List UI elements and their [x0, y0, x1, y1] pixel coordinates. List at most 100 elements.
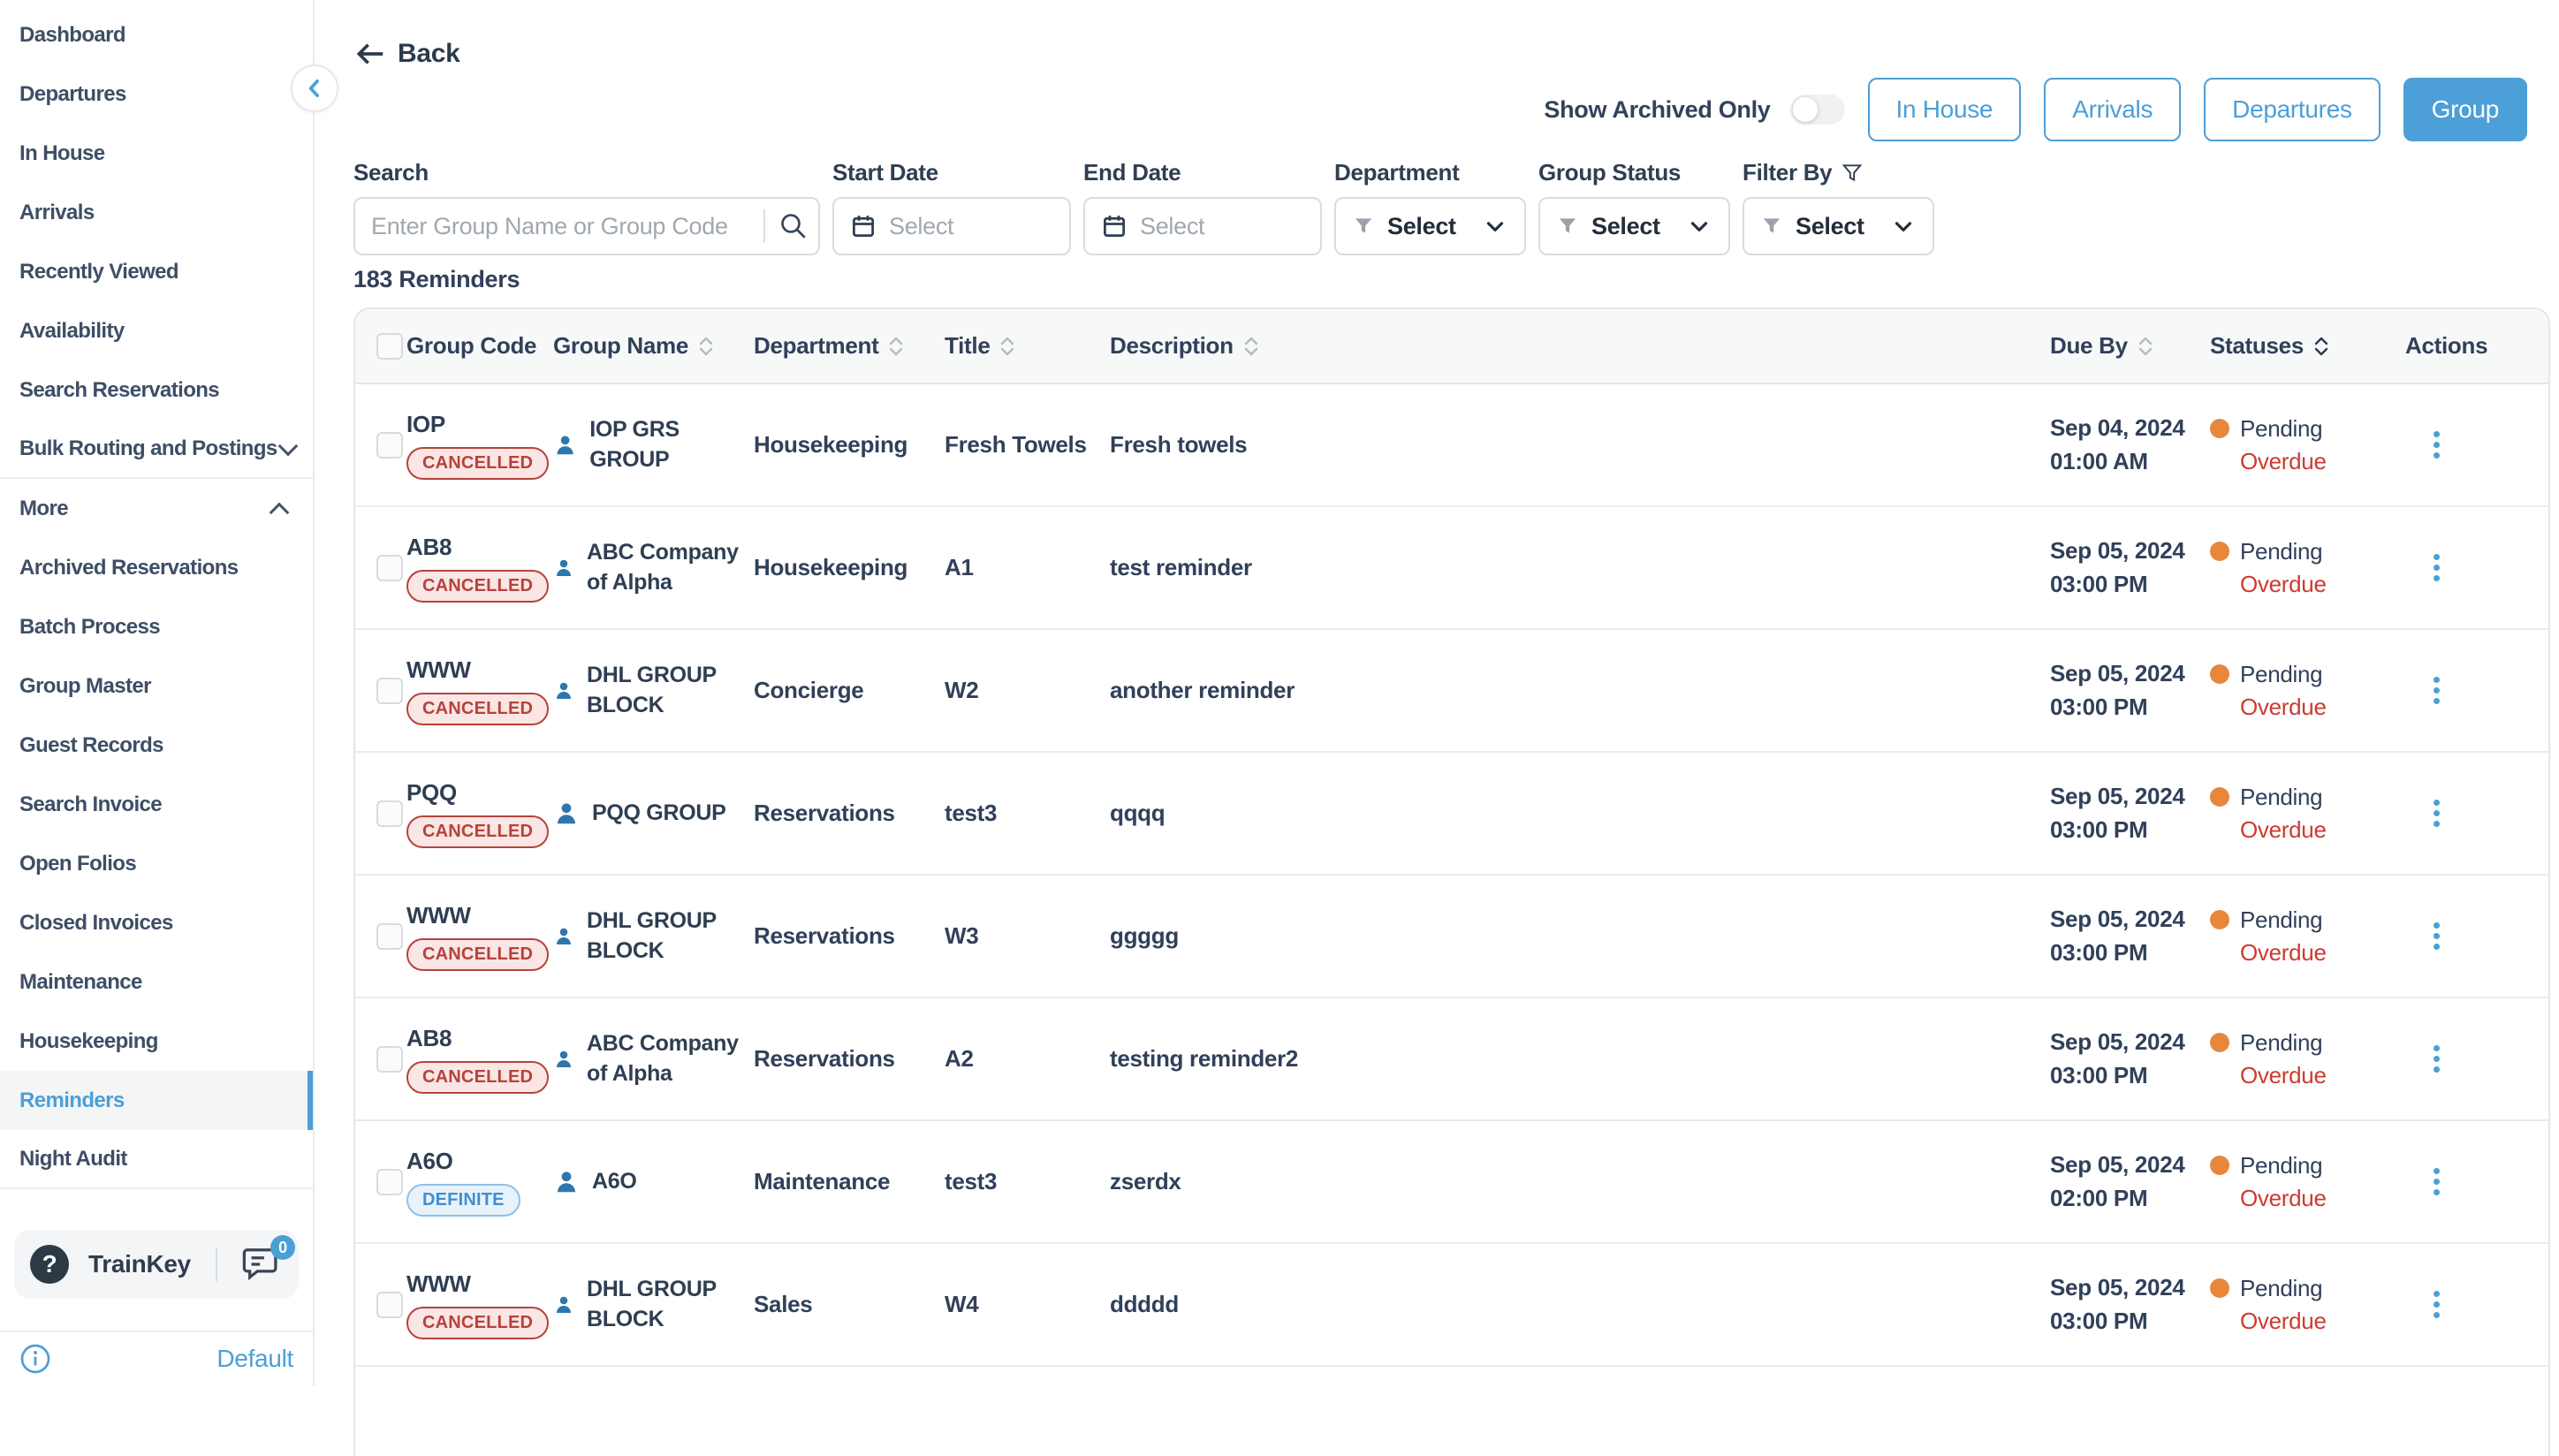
sidebar-item[interactable]: Closed Invoices [0, 893, 313, 952]
sidebar-item-label: More [19, 497, 68, 521]
sidebar-item[interactable]: Batch Process [0, 597, 313, 656]
group-name-cell[interactable]: DHL GROUP BLOCK [553, 906, 754, 967]
sort-icon[interactable] [999, 334, 1016, 359]
group-status-value: Select [1591, 213, 1660, 240]
tab[interactable]: Arrivals [2044, 78, 2181, 141]
row-checkbox[interactable] [376, 923, 403, 950]
due-time: 02:00 PM [2050, 1182, 2210, 1216]
column-header[interactable]: Group Code [406, 332, 553, 360]
row-checkbox[interactable] [376, 1046, 403, 1073]
column-header[interactable]: Group Name [553, 332, 754, 360]
funnel-outline-icon [1841, 162, 1864, 185]
tab[interactable]: In House [1868, 78, 2022, 141]
tab[interactable]: Departures [2204, 78, 2381, 141]
group-name-cell[interactable]: ABC Company of Alpha [553, 1029, 754, 1089]
sidebar-item[interactable]: Maintenance [0, 952, 313, 1012]
sidebar-item[interactable]: Archived Reservations [0, 538, 313, 597]
sidebar-item[interactable]: In House [0, 124, 313, 183]
group-name-cell[interactable]: DHL GROUP BLOCK [553, 1275, 754, 1335]
kebab-menu-icon[interactable] [2428, 671, 2445, 709]
filter-by-select[interactable]: Select [1743, 197, 1934, 255]
column-header[interactable]: Department [754, 332, 945, 360]
group-name-cell[interactable]: IOP GRS GROUP [553, 415, 754, 475]
sidebar-item-label: Departures [19, 82, 126, 107]
kebab-menu-icon[interactable] [2428, 1163, 2445, 1201]
kebab-menu-icon[interactable] [2428, 1040, 2445, 1078]
sidebar-collapse-button[interactable] [291, 64, 338, 112]
group-code: AB8 [406, 1025, 553, 1052]
description-cell: ddddd [1110, 1291, 2050, 1318]
title-cell: test3 [945, 1168, 1110, 1195]
trainkey-label: TrainKey [88, 1250, 191, 1278]
sidebar-item[interactable]: Night Audit [0, 1130, 313, 1189]
sort-icon[interactable] [2137, 334, 2154, 359]
kebab-menu-icon[interactable] [2428, 426, 2445, 464]
kebab-menu-icon[interactable] [2428, 794, 2445, 832]
group-name-cell[interactable]: ABC Company of Alpha [553, 538, 754, 598]
sidebar-item[interactable]: Housekeeping [0, 1012, 313, 1071]
description-cell: test reminder [1110, 554, 2050, 581]
sidebar-item[interactable]: Departures [0, 64, 313, 124]
sidebar-item[interactable]: Arrivals [0, 183, 313, 242]
department-select[interactable]: Select [1334, 197, 1526, 255]
department-cell: Reservations [754, 800, 945, 827]
row-checkbox[interactable] [376, 678, 403, 704]
back-button[interactable]: Back [353, 39, 460, 69]
column-header[interactable]: Title [945, 332, 1110, 360]
select-all-checkbox[interactable] [376, 333, 403, 360]
kebab-menu-icon[interactable] [2428, 1285, 2445, 1323]
kebab-menu-icon[interactable] [2428, 917, 2445, 955]
description-cell: testing reminder2 [1110, 1045, 2050, 1073]
row-checkbox[interactable] [376, 432, 403, 459]
sort-icon[interactable] [2312, 334, 2330, 359]
sort-icon[interactable] [1242, 334, 1260, 359]
column-header[interactable]: Due By [2050, 332, 2210, 360]
column-header[interactable]: Statuses [2210, 332, 2405, 360]
filter-by-filter: Filter By Select [1743, 159, 1934, 255]
sidebar-item[interactable]: Reminders [0, 1071, 313, 1130]
department-filter: Department Select [1334, 159, 1526, 255]
row-checkbox[interactable] [376, 1169, 403, 1195]
status-badge: CANCELLED [406, 570, 549, 603]
sort-icon[interactable] [887, 334, 905, 359]
status-badge: CANCELLED [406, 447, 549, 480]
start-date-field[interactable]: Select [832, 197, 1071, 255]
chevron-icon [269, 498, 290, 519]
column-header[interactable]: Actions [2405, 332, 2548, 360]
default-link[interactable]: Default [216, 1345, 293, 1373]
sidebar-item[interactable]: More [0, 479, 313, 538]
group-code-cell: AB8 CANCELLED [406, 534, 553, 603]
kebab-menu-icon[interactable] [2428, 549, 2445, 587]
sidebar-item[interactable]: Recently Viewed [0, 242, 313, 301]
chat-badge: 0 [270, 1235, 295, 1260]
sidebar-item[interactable]: Group Master [0, 656, 313, 716]
end-date-field[interactable]: Select [1083, 197, 1322, 255]
sidebar-item[interactable]: Guest Records [0, 716, 313, 775]
tab[interactable]: Group [2403, 78, 2527, 141]
search-input[interactable] [371, 213, 758, 240]
group-name-cell[interactable]: PQQ GROUP [553, 799, 754, 829]
sidebar-item[interactable]: Dashboard [0, 5, 313, 64]
row-checkbox[interactable] [376, 555, 403, 581]
row-checkbox[interactable] [376, 800, 403, 827]
info-icon[interactable] [19, 1343, 51, 1375]
column-header[interactable]: Description [1110, 332, 2050, 360]
chat-button[interactable]: 0 [242, 1246, 283, 1283]
tab-label: Departures [2232, 95, 2352, 124]
group-status-select[interactable]: Select [1538, 197, 1730, 255]
sidebar-item[interactable]: Availability [0, 301, 313, 360]
sort-icon[interactable] [697, 334, 715, 359]
department-label: Department [1334, 159, 1526, 186]
description-cell: zserdx [1110, 1168, 2050, 1195]
due-time: 03:00 PM [2050, 691, 2210, 724]
search-icon[interactable] [778, 210, 809, 242]
sidebar-item[interactable]: Search Invoice [0, 775, 313, 834]
sidebar-item[interactable]: Open Folios [0, 834, 313, 893]
trainkey-widget[interactable]: ? TrainKey 0 [14, 1230, 299, 1299]
group-name-cell[interactable]: DHL GROUP BLOCK [553, 661, 754, 721]
row-checkbox[interactable] [376, 1292, 403, 1318]
group-name-cell[interactable]: A6O [553, 1167, 754, 1197]
show-archived-toggle[interactable] [1790, 95, 1845, 125]
sidebar-item[interactable]: Search Reservations [0, 360, 313, 420]
sidebar-item[interactable]: Bulk Routing and Postings [0, 420, 313, 479]
